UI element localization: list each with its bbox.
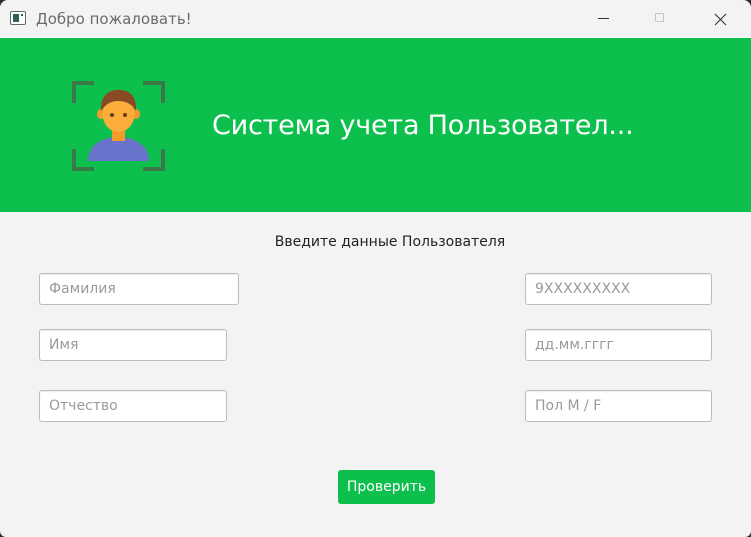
surname-field[interactable] <box>39 273 239 305</box>
app-window-icon <box>10 11 26 25</box>
name-field[interactable] <box>39 329 227 361</box>
app-window: Добро пожаловать! Система учета Пользова… <box>0 0 751 537</box>
check-button[interactable]: Проверить <box>338 470 435 504</box>
minimize-icon <box>598 18 609 19</box>
patronymic-field[interactable] <box>39 390 227 422</box>
gender-field[interactable] <box>525 390 712 422</box>
phone-field[interactable] <box>525 273 712 305</box>
close-button[interactable] <box>698 0 744 38</box>
page-title: Система учета Пользовател... <box>212 110 634 141</box>
minimize-button[interactable] <box>582 0 628 38</box>
title-bar[interactable]: Добро пожаловать! <box>0 0 751 38</box>
window-title: Добро пожаловать! <box>36 10 192 28</box>
user-scan-icon <box>72 81 165 171</box>
form-caption: Введите данные Пользователя <box>274 234 506 250</box>
maximize-button[interactable] <box>638 0 684 38</box>
close-icon <box>714 13 727 26</box>
maximize-icon <box>655 13 664 22</box>
birth-date-field[interactable] <box>525 329 712 361</box>
